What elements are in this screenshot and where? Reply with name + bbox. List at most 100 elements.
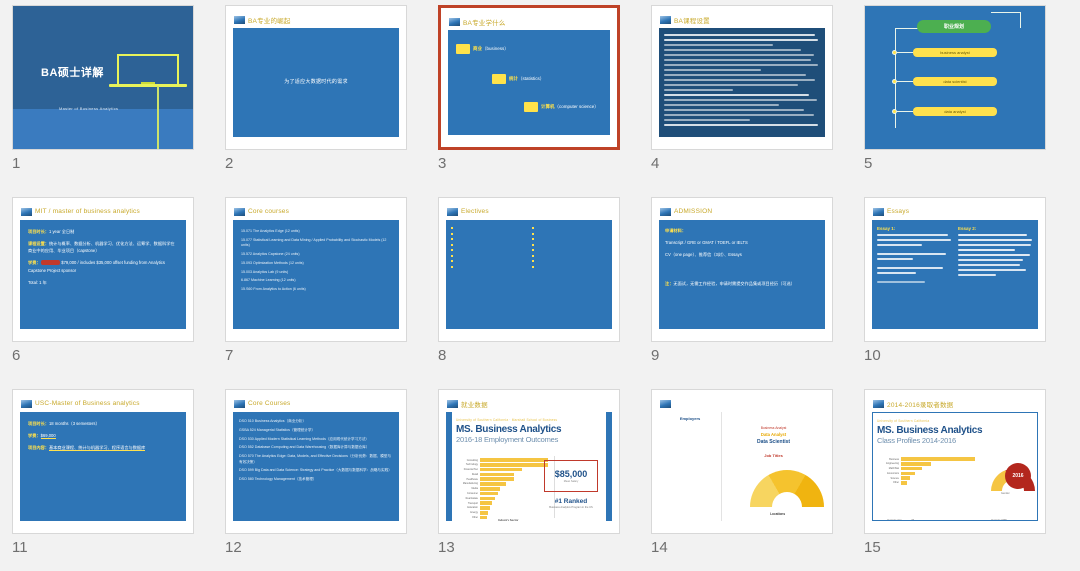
slide-title-icon [234, 399, 245, 408]
slide-thumbnail-11[interactable]: USC-Master of Business analytics 项目时长：18… [12, 389, 194, 534]
slide-cell-8: Electives 8 [438, 197, 650, 389]
slide-cell-10: Essays Essay 1: Essay 2: 10 [864, 197, 1076, 389]
infographic-subheading: 2016-18 Employment Outcomes [456, 435, 559, 444]
redacted-mark [40, 260, 61, 266]
slide-14-title-bar [660, 397, 826, 410]
employers-heading: Employers [679, 416, 701, 421]
infographic-pretitle: University of Southern California · Mars… [456, 418, 558, 422]
list-item [451, 265, 526, 268]
slide-11-title-bar: USC-Master of Business analytics [21, 397, 187, 410]
slide-8-body [446, 220, 612, 329]
slide-thumbnail-14[interactable]: Employers Business Analyst Data Analyst … [651, 389, 833, 534]
slide-11-row-2: 项目内容：基本商业课程、统计与机器学习、程序语言与数据库 [28, 445, 146, 452]
slide-12-title: Core Courses [248, 400, 291, 407]
course-item: 15.572 Analytics Capstone (24 units) [241, 251, 300, 256]
slide-12-title-bar: Core Courses [234, 397, 400, 410]
slide-title-icon [234, 15, 245, 24]
slide-8-title: Electives [461, 208, 489, 215]
laptop-icon [117, 54, 179, 84]
node-box-icon [524, 102, 538, 112]
slide-cell-2: BA专业的崛起 为了适应大数据时代的需求 2 [225, 5, 437, 197]
slide-11-row-0: 项目时长：18 months（3 semesters） [28, 421, 100, 426]
slide-thumbnail-9[interactable]: ADMISSION 申请材料： Transcript / GRE or GMAT… [651, 197, 833, 342]
slide-14-body: Employers Business Analyst Data Analyst … [659, 412, 825, 521]
slide-number-11: 11 [12, 539, 28, 556]
slide-title-icon [873, 399, 884, 408]
slide-thumbnail-7[interactable]: Core courses 15.071 The Analytics Edge (… [225, 197, 407, 342]
slide-thumbnail-1[interactable]: BA硕士详解 Master of Business Analytics [12, 5, 194, 150]
slide-9-row-1: Transcript / GRE or GMAT / TOEFL or IELT… [665, 240, 748, 246]
slide-11-title: USC-Master of Business analytics [35, 400, 140, 407]
course-item: 15.003 Analytics Lab (9 units) [241, 269, 289, 274]
slide-6-title-bar: MIT / master of business analytics [21, 205, 187, 218]
slide-number-14: 14 [651, 539, 668, 556]
slide-number-13: 13 [438, 539, 455, 556]
slide-thumbnail-3[interactable]: BA专业学什么 商业（business） 统计（statistics） 计算机（… [438, 5, 620, 150]
slide-thumbnail-10[interactable]: Essays Essay 1: Essay 2: [864, 197, 1046, 342]
slide-10-body: Essay 1: Essay 2: [872, 220, 1038, 329]
laptop-trackpad-icon [141, 82, 155, 84]
course-item: DSO 580 Technology Management（技术管理） [239, 477, 317, 482]
slide-thumbnail-4[interactable]: BA课程设置 [651, 5, 833, 150]
slide-thumbnail-5[interactable]: 职业规划 business analyst data scientist dat… [864, 5, 1046, 150]
slide-2-center-text: 为了适应大数据时代的需求 [284, 79, 348, 86]
slide-number-2: 2 [225, 155, 234, 172]
slide-1-canvas: BA硕士详解 Master of Business Analytics [13, 6, 193, 149]
course-item: GSBA 524 Managerial Statistics（管理统计学） [239, 427, 316, 432]
slide-6-row-0: 项目时长：1 year 全日制 [28, 229, 75, 234]
slide-cell-4: BA课程设置 4 [651, 5, 863, 197]
infographic-pretitle: University of Southern California [877, 419, 930, 423]
slide-7-title-bar: Core courses [234, 205, 400, 218]
employment-infographic: University of Southern California · Mars… [446, 412, 612, 521]
job-titles-column: Business Analyst Data Analyst Data Scien… [722, 412, 825, 521]
salary-caption: Mean Salary [563, 480, 579, 483]
slide-thumbnail-2[interactable]: BA专业的崛起 为了适应大数据时代的需求 [225, 5, 407, 150]
job-titles-label: Job Titles [764, 453, 783, 458]
slide-cell-13: 就业数据 University of Southern California ·… [438, 389, 650, 571]
slide-13-title: 就业数据 [461, 401, 488, 409]
slide-9-row-4: 注：无面试，无需工作经验，申请时需提交作品集或项目经历（可选） [665, 281, 795, 287]
slide-thumbnail-6[interactable]: MIT / master of business analytics 项目时长：… [12, 197, 194, 342]
slide-thumbnail-15[interactable]: 2014-2016录取者数据 University of Southern Ca… [864, 389, 1046, 534]
slide-2-title-bar: BA专业的崛起 [234, 13, 400, 26]
slide-thumbnail-8[interactable]: Electives [438, 197, 620, 342]
course-item: DSO 552 Database Computing and Data Ware… [239, 445, 370, 450]
list-item [532, 243, 607, 246]
slide-thumbnail-12[interactable]: Core Courses DSO 510 Business Analytics（… [225, 389, 407, 534]
slide-13-title-bar: 就业数据 [447, 397, 613, 410]
slide-4-body [659, 28, 825, 137]
slide-6-title: MIT / master of business analytics [35, 208, 140, 215]
slide-number-5: 5 [864, 155, 873, 172]
slide-title-icon [21, 399, 32, 408]
slide-cell-15: 2014-2016录取者数据 University of Southern Ca… [864, 389, 1076, 571]
course-item: DSO 510 Business Analytics（商业分析） [239, 419, 307, 423]
node-statistics: 统计（statistics） [492, 74, 544, 84]
slide-thumbnail-13[interactable]: 就业数据 University of Southern California ·… [438, 389, 620, 534]
slide-title-icon [660, 207, 671, 216]
slide-number-4: 4 [651, 155, 660, 172]
list-item [532, 226, 607, 229]
slide-cell-9: ADMISSION 申请材料： Transcript / GRE or GMAT… [651, 197, 863, 389]
slide-2-title: BA专业的崛起 [248, 17, 291, 25]
mindmap-branch-data-analyst: data analyst [913, 107, 997, 116]
locations-label: Locations [770, 512, 786, 516]
node-label-computer-science: 计算机（computer science） [541, 104, 599, 109]
employment-bar-chart: Consulting Technology Financial Svc Reta… [460, 458, 548, 520]
slide-number-9: 9 [651, 347, 660, 364]
essay-2-column: Essay 2: [958, 226, 1033, 323]
slide-2-body: 为了适应大数据时代的需求 [233, 28, 399, 137]
undergraduate-major-chart: Business Engineering Math/Stat Economics… [881, 457, 977, 501]
slide-1-subheading: Master of Business Analytics [59, 106, 119, 111]
electives-left-column [451, 226, 526, 323]
slide-11-body: 项目时长：18 months（3 semesters） 学费：$69,000 项… [20, 412, 186, 521]
slide-6-row-1: 课程设置：统计与概率、数据分析、机器学习、优化方法、运筹学、数据科学在商业中的应… [28, 241, 175, 254]
slide-9-title: ADMISSION [674, 208, 713, 215]
list-item [451, 248, 526, 251]
slide-title-icon [234, 207, 245, 216]
slide-number-12: 12 [225, 539, 242, 556]
salary-callout: $85,000 Mean Salary [544, 460, 598, 492]
node-computer-science: 计算机（computer science） [524, 102, 599, 112]
slide-number-10: 10 [864, 347, 881, 364]
slide-9-row-2: CV（one page）、推荐信（3封）、Essays [665, 252, 742, 258]
gauge-caption: Gender [1001, 492, 1010, 495]
